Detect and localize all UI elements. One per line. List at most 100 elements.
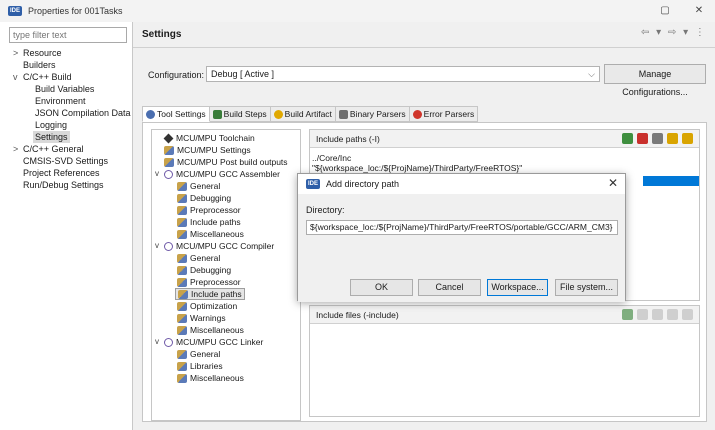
tree-item-mcu-settings[interactable]: MCU/MPU Settings <box>155 144 251 156</box>
nav-item-build-variables[interactable]: Build Variables <box>35 83 94 95</box>
move-up-icon[interactable] <box>667 309 678 320</box>
nav-item-cpp-build[interactable]: v C/C++ Build <box>13 71 72 83</box>
tree-item-linker-libraries[interactable]: Libraries <box>177 360 223 372</box>
settings-tabs: Tool Settings Build Steps Build Artifact… <box>142 106 479 122</box>
tab-build-steps[interactable]: Build Steps <box>209 106 271 122</box>
tree-item-assembler-preprocessor[interactable]: Preprocessor <box>177 204 241 216</box>
nav-item-project-references[interactable]: Project References <box>23 167 100 179</box>
tree-item-assembler-general[interactable]: General <box>177 180 220 192</box>
tree-item-compiler-debugging[interactable]: Debugging <box>177 264 231 276</box>
tree-item-compiler-miscellaneous[interactable]: Miscellaneous <box>177 324 244 336</box>
directory-label: Directory: <box>306 205 345 215</box>
settings-icon <box>177 361 187 371</box>
directory-input[interactable]: ${workspace_loc:/${ProjName}/ThirdParty/… <box>306 220 618 235</box>
tab-binary-parsers[interactable]: Binary Parsers <box>335 106 410 122</box>
gear-icon <box>164 337 173 347</box>
tree-item-gcc-assembler[interactable]: v MCU/MPU GCC Assembler <box>155 168 280 180</box>
history-navigation[interactable]: ⇦ ▾ ⇨ ▾ ⋮ <box>641 27 707 38</box>
tool-settings-tree: MCU/MPU Toolchain MCU/MPU Settings MCU/M… <box>151 129 301 421</box>
tree-item-gcc-linker[interactable]: v MCU/MPU GCC Linker <box>155 336 263 348</box>
tree-item-compiler-preprocessor[interactable]: Preprocessor <box>177 276 241 288</box>
nav-item-json-compilation-data[interactable]: JSON Compilation Data <box>35 107 131 119</box>
settings-icon <box>177 325 187 335</box>
close-window-button[interactable]: ✕ <box>684 2 714 20</box>
nav-item-run-debug-settings[interactable]: Run/Debug Settings <box>23 179 104 191</box>
chevron-down-icon[interactable]: v <box>155 240 164 252</box>
settings-icon <box>177 277 187 287</box>
manage-configurations-button[interactable]: Manage Configurations... <box>604 64 706 97</box>
left-navigation-pane: >Resource Builders vC/C++ Build Build Va… <box>0 22 134 430</box>
close-icon[interactable]: ✕ <box>608 176 618 190</box>
chevron-down-icon[interactable]: v <box>155 336 164 348</box>
edit-file-icon[interactable] <box>652 309 663 320</box>
page-title: Settings <box>142 29 182 40</box>
settings-icon <box>177 181 187 191</box>
nav-item-resource[interactable]: > Resource <box>13 47 62 59</box>
include-paths-title: Include paths (-I) <box>316 134 380 144</box>
delete-file-icon[interactable] <box>637 309 648 320</box>
tree-item-mcu-toolchain[interactable]: MCU/MPU Toolchain <box>155 132 255 144</box>
file-system-button[interactable]: File system... <box>555 279 618 296</box>
error-parsers-icon <box>412 109 422 119</box>
tool-settings-icon <box>146 109 155 119</box>
move-up-icon[interactable] <box>667 133 678 144</box>
tree-item-gcc-compiler[interactable]: v MCU/MPU GCC Compiler <box>155 240 274 252</box>
chevron-right-icon[interactable]: > <box>13 47 23 59</box>
settings-icon <box>177 193 187 203</box>
tree-item-post-build-outputs[interactable]: MCU/MPU Post build outputs <box>155 156 288 168</box>
chevron-down-icon[interactable]: v <box>13 71 23 83</box>
chevron-down-icon[interactable]: v <box>155 168 164 180</box>
ide-icon: IDE <box>306 179 321 189</box>
edit-path-icon[interactable] <box>652 133 663 144</box>
tab-tool-settings[interactable]: Tool Settings <box>142 106 210 122</box>
tree-item-assembler-miscellaneous[interactable]: Miscellaneous <box>177 228 244 240</box>
nav-item-logging[interactable]: Logging <box>35 119 67 131</box>
header-divider <box>133 47 715 48</box>
gear-icon <box>164 169 173 179</box>
nav-item-cmsis-svd-settings[interactable]: CMSIS-SVD Settings <box>23 155 108 167</box>
tree-item-compiler-general[interactable]: General <box>177 252 220 264</box>
move-down-icon[interactable] <box>682 309 693 320</box>
window-titlebar: IDE Properties for 001Tasks ▢ ✕ <box>0 0 715 22</box>
include-path-row-selected[interactable] <box>643 176 699 186</box>
settings-icon <box>178 289 188 299</box>
tree-item-linker-miscellaneous[interactable]: Miscellaneous <box>177 372 244 384</box>
include-files-title: Include files (-include) <box>316 310 399 320</box>
toolchain-icon <box>163 133 174 143</box>
tree-item-compiler-warnings[interactable]: Warnings <box>177 312 226 324</box>
dialog-title: Add directory path <box>326 179 400 189</box>
tree-item-assembler-include-paths[interactable]: Include paths <box>177 216 241 228</box>
nav-item-cpp-general[interactable]: > C/C++ General <box>13 143 84 155</box>
tree-item-compiler-optimization[interactable]: Optimization <box>177 300 237 312</box>
include-paths-header: Include paths (-I) <box>310 130 699 148</box>
tree-item-compiler-include-paths[interactable]: Include paths <box>175 288 245 300</box>
cancel-button[interactable]: Cancel <box>418 279 481 296</box>
ok-button[interactable]: OK <box>350 279 413 296</box>
include-files-header: Include files (-include) <box>310 306 699 324</box>
settings-icon <box>164 145 174 155</box>
add-file-icon[interactable] <box>622 309 633 320</box>
settings-icon <box>177 253 187 263</box>
nav-item-environment[interactable]: Environment <box>35 95 86 107</box>
maximize-button[interactable]: ▢ <box>650 2 680 20</box>
include-paths-toolbar <box>622 133 693 144</box>
tree-item-assembler-debugging[interactable]: Debugging <box>177 192 231 204</box>
settings-icon <box>177 217 187 227</box>
tree-item-linker-general[interactable]: General <box>177 348 220 360</box>
add-path-icon[interactable] <box>622 133 633 144</box>
window-title: Properties for 001Tasks <box>28 6 123 16</box>
nav-item-builders[interactable]: Builders <box>23 59 56 71</box>
include-files-list: Include files (-include) <box>309 305 700 417</box>
chevron-right-icon[interactable]: > <box>13 143 23 155</box>
nav-item-settings[interactable]: Settings <box>33 131 70 143</box>
delete-path-icon[interactable] <box>637 133 648 144</box>
workspace-button[interactable]: Workspace... <box>487 279 548 296</box>
tab-build-artifact[interactable]: Build Artifact <box>270 106 336 122</box>
dialog-titlebar: IDE Add directory path ✕ <box>298 174 625 194</box>
settings-icon <box>164 157 174 167</box>
filter-input[interactable] <box>9 27 127 43</box>
tab-error-parsers[interactable]: Error Parsers <box>409 106 479 122</box>
settings-icon <box>177 265 187 275</box>
move-down-icon[interactable] <box>682 133 693 144</box>
configuration-select[interactable]: Debug [ Active ] ⌵ <box>206 66 600 82</box>
